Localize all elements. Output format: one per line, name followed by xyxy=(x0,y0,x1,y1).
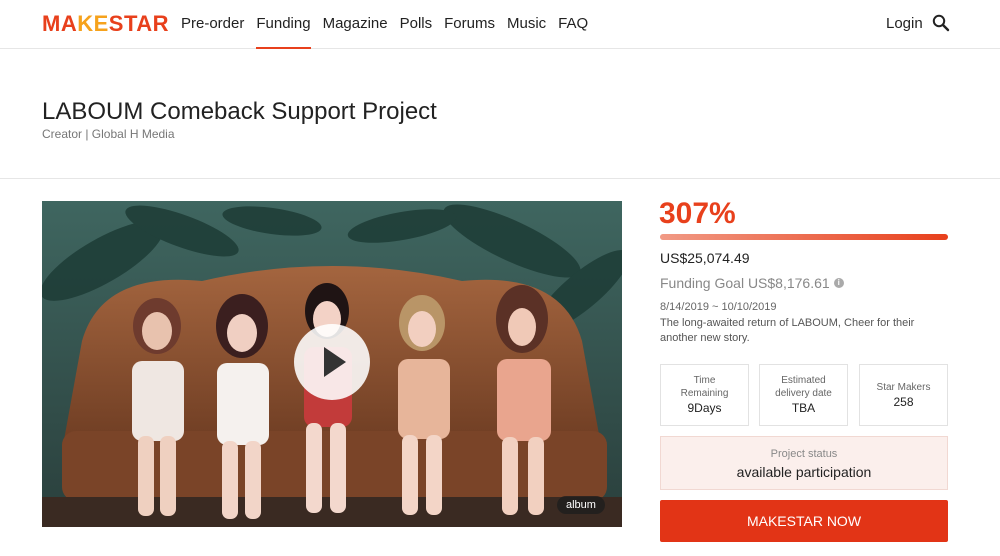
main-nav: Pre-order Funding Magazine Polls Forums … xyxy=(181,0,600,49)
funding-percent: 307% xyxy=(659,197,736,230)
project-video[interactable]: album xyxy=(42,201,622,527)
makestar-logo[interactable]: MAKESTAR xyxy=(42,10,169,38)
stat-value: TBA xyxy=(791,401,816,415)
stat-delivery-date: Estimated delivery date TBA xyxy=(759,364,848,426)
status-value: available participation xyxy=(736,464,872,480)
logo-part-1: MA xyxy=(42,11,78,36)
nav-funding[interactable]: Funding xyxy=(256,0,311,49)
login-link[interactable]: Login xyxy=(886,0,923,48)
creator-text: Creator | Global H Media xyxy=(42,127,175,141)
stat-value: 258 xyxy=(893,394,914,409)
nav-polls[interactable]: Polls xyxy=(400,0,433,48)
album-badge: album xyxy=(557,496,605,514)
page-title: LABOUM Comeback Support Project xyxy=(42,98,437,125)
stat-label: Time Remaining xyxy=(680,375,729,399)
status-label: Project status xyxy=(770,448,838,460)
top-header: MAKESTAR Pre-order Funding Magazine Poll… xyxy=(0,0,1000,49)
project-description: The long-awaited return of LABOUM, Cheer… xyxy=(660,317,915,344)
logo-part-3: STAR xyxy=(108,11,170,36)
funding-goal: Funding Goal US$8,176.61 i xyxy=(660,274,844,292)
search-icon[interactable] xyxy=(932,14,950,32)
project-title-section: LABOUM Comeback Support Project Creator … xyxy=(0,49,1000,179)
funding-dates: 8/14/2019 ~ 10/10/2019 xyxy=(660,301,777,313)
play-icon xyxy=(324,347,346,377)
nav-pre-order[interactable]: Pre-order xyxy=(181,0,244,48)
nav-magazine[interactable]: Magazine xyxy=(323,0,388,48)
makestar-now-button[interactable]: MAKESTAR NOW xyxy=(660,500,948,542)
stat-star-makers: Star Makers 258 xyxy=(859,364,948,426)
funding-progress-bar xyxy=(660,234,948,240)
nav-music[interactable]: Music xyxy=(507,0,546,48)
stat-value: 9Days xyxy=(687,401,722,415)
info-icon[interactable]: i xyxy=(833,278,844,288)
play-button[interactable] xyxy=(294,324,370,400)
logo-part-2: KE xyxy=(77,11,109,36)
stat-label: Star Makers xyxy=(876,381,931,393)
project-status-box: Project status available participation xyxy=(660,436,948,490)
nav-forums[interactable]: Forums xyxy=(444,0,495,48)
amount-raised: US$25,074.49 xyxy=(660,250,750,266)
nav-faq[interactable]: FAQ xyxy=(558,0,588,48)
funding-progress-fill xyxy=(660,234,948,240)
stat-label: Estimated delivery date xyxy=(775,375,832,399)
funding-goal-text: Funding Goal US$8,176.61 xyxy=(660,275,830,291)
stat-time-remaining: Time Remaining 9Days xyxy=(660,364,749,426)
